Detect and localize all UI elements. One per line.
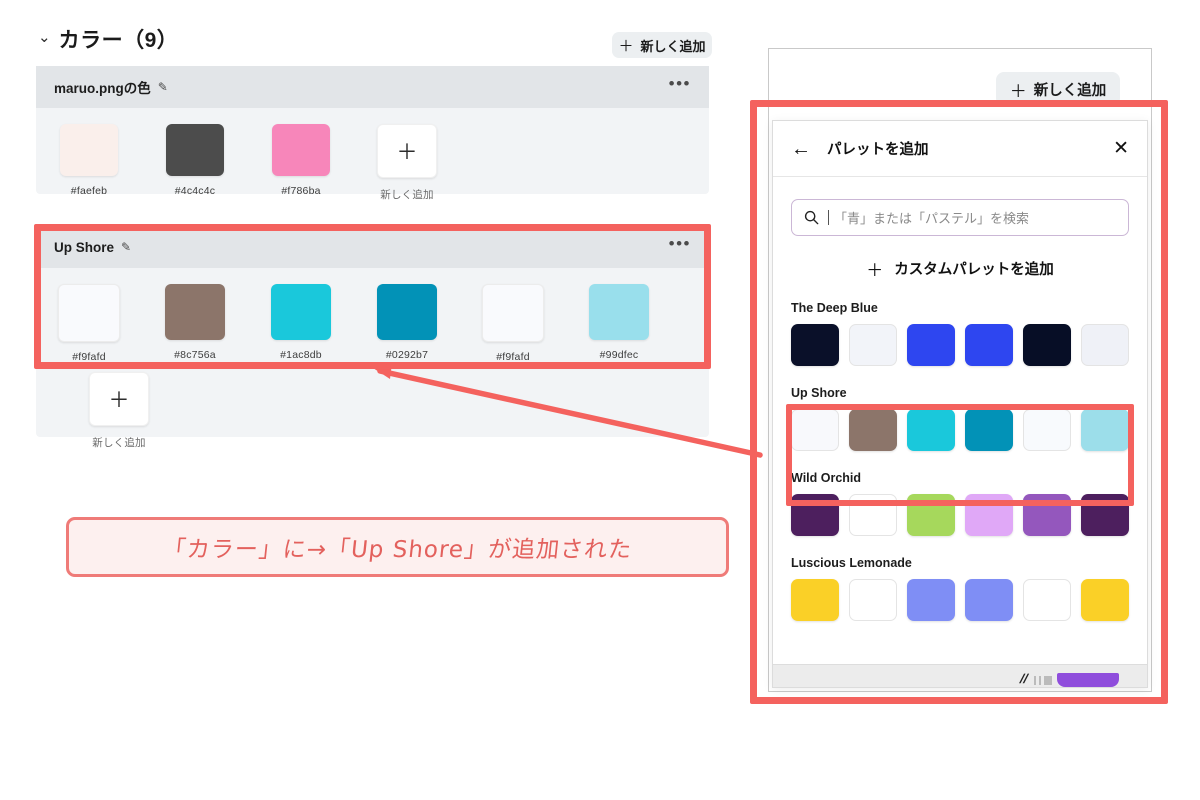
swatch-item[interactable]: #4c4c4c — [142, 124, 248, 202]
highlight-box-modal — [750, 100, 1168, 704]
palette-card-maruo: maruo.pngの色 ✎ ••• #faefeb #4c4c4c #f786b… — [36, 66, 709, 201]
highlight-box-up-shore-right — [786, 404, 1134, 506]
plus-icon: ＋ — [1009, 81, 1027, 101]
add-swatch-label: 新しく追加 — [380, 189, 434, 201]
add-new-label: 新しく追加 — [640, 38, 706, 54]
add-palette-tile[interactable]: ＋ 新しく追加 — [66, 372, 172, 450]
bottom-add-tile-area: ＋ 新しく追加 — [36, 363, 709, 449]
swatch-hex-label: #f786ba — [281, 185, 321, 197]
swatch-hex-label: #4c4c4c — [174, 185, 216, 197]
chevron-down-icon[interactable]: ⌄ — [38, 30, 51, 45]
page-title: カラー（9） — [58, 29, 179, 52]
color-swatch[interactable] — [272, 124, 330, 176]
plus-icon[interactable]: ＋ — [89, 372, 149, 426]
swatch-item[interactable]: #f786ba — [248, 124, 354, 202]
ellipsis-icon[interactable]: ••• — [669, 75, 691, 92]
pencil-icon[interactable]: ✎ — [158, 80, 168, 94]
palette-card-header: maruo.pngの色 ✎ ••• — [36, 66, 709, 108]
annotation-note-text: 「カラー」に→「Up Shore」が追加された — [161, 537, 634, 563]
color-swatch[interactable] — [166, 124, 224, 176]
add-new-label: 新しく追加 — [1033, 82, 1107, 99]
highlight-box-up-shore-left — [34, 224, 711, 369]
add-swatch-tile[interactable]: ＋ 新しく追加 — [354, 124, 460, 202]
swatch-hex-label: #faefeb — [70, 185, 108, 197]
add-new-button-top[interactable]: ＋ 新しく追加 — [612, 32, 712, 58]
swatch-row: #faefeb #4c4c4c #f786ba ＋ 新しく追加 — [36, 108, 709, 212]
section-header: ⌄ カラー（9） — [38, 24, 178, 54]
palette-card-title: maruo.pngの色 — [54, 81, 151, 96]
palette-card-title-wrap: maruo.pngの色 ✎ — [54, 77, 168, 97]
color-swatch[interactable] — [60, 124, 118, 176]
annotation-note: 「カラー」に→「Up Shore」が追加された — [66, 517, 729, 577]
add-palette-label: 新しく追加 — [92, 437, 146, 449]
plus-icon: ＋ — [618, 37, 634, 55]
plus-icon[interactable]: ＋ — [377, 124, 437, 178]
swatch-item[interactable]: #faefeb — [36, 124, 142, 202]
